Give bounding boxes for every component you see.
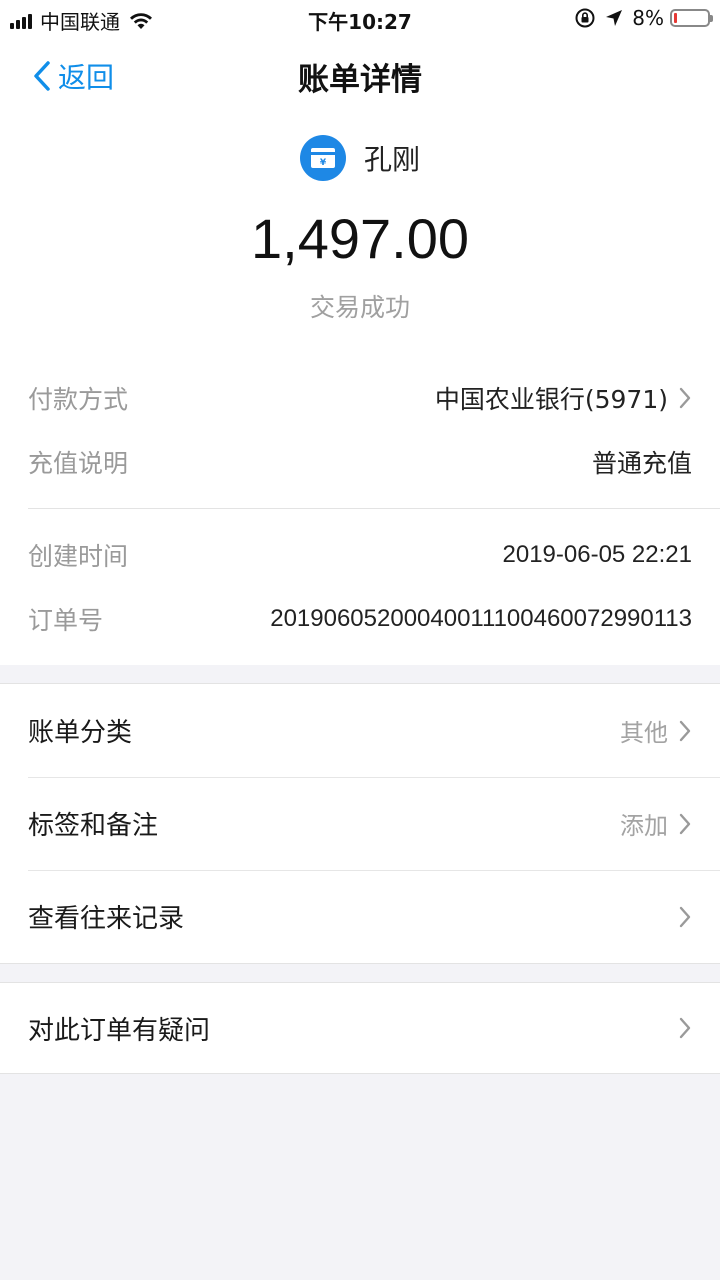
tags-notes-value: 添加 (620, 812, 668, 840)
order-number-label: 订单号 (28, 606, 104, 635)
nav-bar: 返回 账单详情 (0, 36, 720, 112)
chevron-right-icon (679, 387, 691, 409)
view-history-row[interactable]: 查看往来记录 (0, 870, 720, 963)
recharge-label: 充值说明 (28, 449, 129, 478)
payment-method-value: 中国农业银行(5971) (434, 385, 668, 414)
spacer (0, 651, 720, 665)
divider (28, 508, 720, 509)
order-number-value: 20190605200040011100460072990113 (270, 605, 692, 632)
rotation-lock-icon (575, 8, 595, 28)
tags-notes-label: 标签和备注 (28, 811, 159, 841)
bill-category-label: 账单分类 (28, 718, 133, 748)
battery-percent: 8% (632, 6, 664, 30)
bank-card-yuan-icon: ¥ (299, 135, 346, 181)
recharge-value: 普通充值 (591, 449, 692, 478)
battery-fill (674, 13, 677, 23)
payee-name: 孔刚 (363, 143, 420, 176)
faq-list: 对此订单有疑问 (0, 982, 720, 1074)
top-area: 中国联通 下午10:27 8% 返回 账单详情 ¥ 孔刚 1,497.00 交易… (0, 0, 720, 665)
battery-icon (670, 9, 713, 27)
created-time-value: 2019-06-05 22:21 (502, 541, 693, 568)
chevron-right-icon (679, 720, 691, 741)
order-question-row[interactable]: 对此订单有疑问 (0, 983, 720, 1073)
bill-category-value: 其他 (620, 719, 668, 747)
bill-category-row[interactable]: 账单分类 其他 (0, 684, 720, 777)
view-history-label: 查看往来记录 (28, 904, 185, 934)
created-time-row: 创建时间 2019-06-05 22:21 (0, 523, 720, 587)
payee: ¥ 孔刚 (0, 132, 720, 184)
payment-method-row[interactable]: 付款方式 中国农业银行(5971) (0, 366, 720, 430)
options-list: 账单分类 其他 标签和备注 添加 查看往来记录 (0, 683, 720, 964)
status-bar: 中国联通 下午10:27 8% (0, 0, 720, 36)
payment-method-label: 付款方式 (28, 385, 129, 414)
created-time-label: 创建时间 (28, 542, 129, 571)
chevron-right-icon (679, 906, 691, 927)
location-arrow-icon (606, 10, 623, 26)
amount: 1,497.00 (251, 207, 469, 270)
transaction-status: 交易成功 (309, 293, 410, 322)
chevron-right-icon (679, 813, 691, 834)
section-gap (0, 964, 720, 982)
page-title: 账单详情 (298, 62, 422, 98)
recharge-row: 充值说明 普通充值 (0, 430, 720, 494)
status-right: 8% (574, 6, 713, 30)
order-number-row: 订单号 20190605200040011100460072990113 (0, 587, 720, 651)
section-gap (0, 665, 720, 683)
chevron-right-icon (679, 1017, 691, 1039)
svg-text:¥: ¥ (320, 158, 327, 168)
order-question-label: 对此订单有疑问 (28, 1015, 211, 1046)
tags-notes-row[interactable]: 标签和备注 添加 (0, 777, 720, 870)
details-section: 付款方式 中国农业银行(5971) 充值说明 普通充值 创建时间 2019-06… (0, 366, 720, 651)
